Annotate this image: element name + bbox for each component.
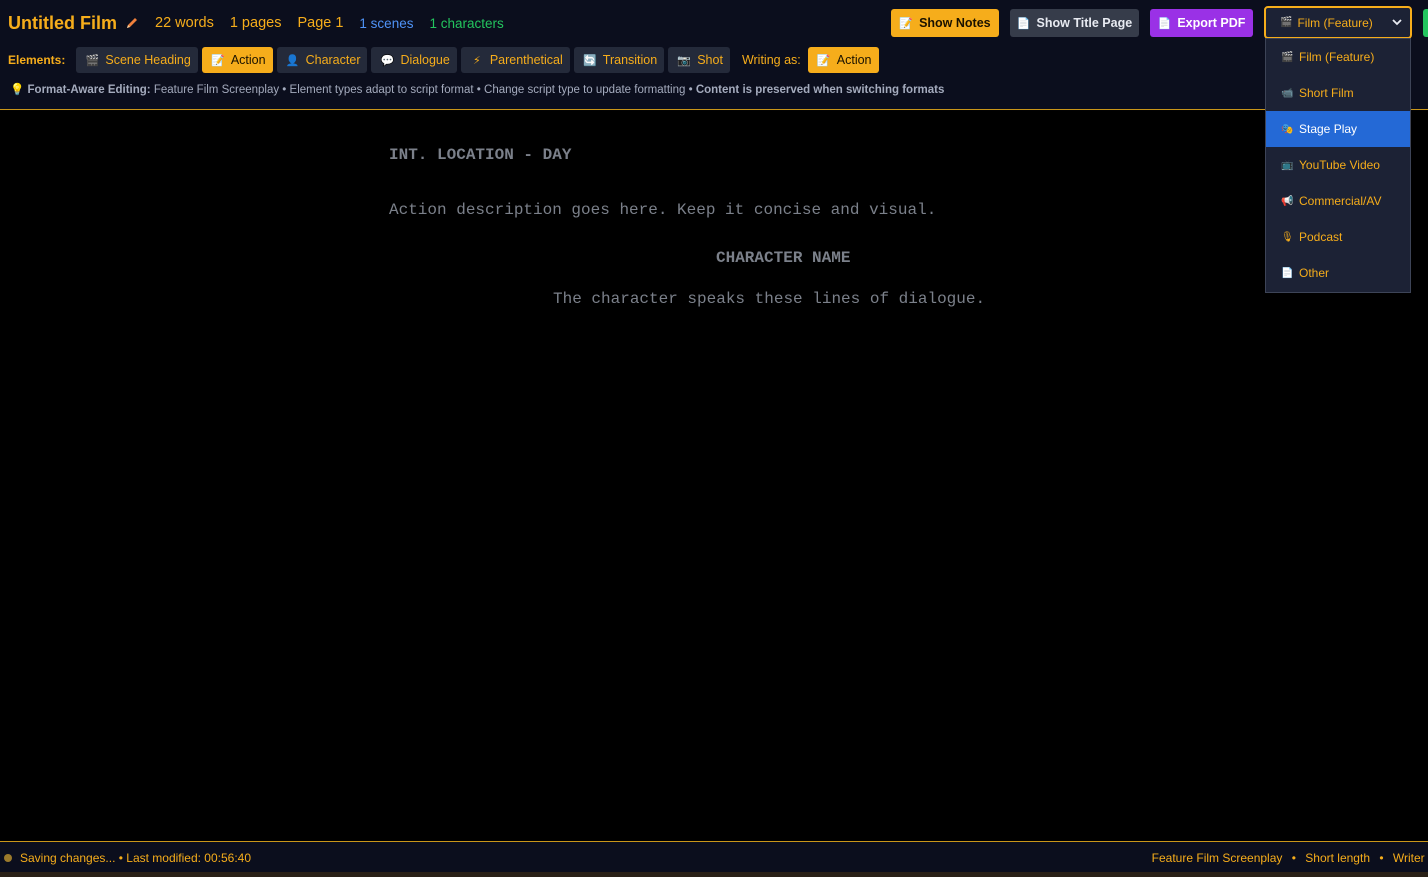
format-option-commercial-av[interactable]: 📢 Commercial/AV — [1266, 183, 1410, 219]
document-icon: 📄 — [1157, 17, 1172, 30]
action-line[interactable]: Action description goes here. Keep it co… — [389, 201, 936, 219]
format-option-label: Other — [1299, 266, 1330, 280]
script-format-dropdown: 🎬 Film (Feature) 📹 Short Film 🎭 Stage Pl… — [1265, 38, 1411, 293]
format-option-label: Podcast — [1299, 230, 1343, 244]
format-info-text: Feature Film Screenplay • Element types … — [150, 84, 696, 96]
element-toolbar: Elements: 🎬 Scene Heading 📝 Action 👤 Cha… — [8, 47, 883, 73]
element-label: Parenthetical — [489, 53, 563, 67]
writing-as-label: Writing as: — [741, 53, 801, 67]
camera-icon: 📹 — [1281, 87, 1294, 99]
writing-as-value: Action — [836, 53, 872, 67]
script-format-value: Film (Feature) — [1297, 15, 1373, 30]
window-bottom-edge — [0, 872, 1428, 877]
save-button-edge[interactable] — [1423, 9, 1428, 37]
memo-icon: 📝 — [210, 54, 225, 67]
writing-as-badge: 📝 Action — [807, 47, 879, 73]
document-icon: 📄 — [1016, 17, 1031, 30]
script-format-select[interactable]: 🎬 Film (Feature) — [1264, 6, 1412, 39]
element-label: Character — [305, 53, 361, 67]
scene-count: 1 scenes — [359, 15, 414, 31]
element-parenthetical[interactable]: ⚡ Parenthetical — [460, 47, 570, 73]
person-icon: 👤 — [285, 54, 300, 67]
element-transition[interactable]: 🔄 Transition — [573, 47, 665, 73]
status-length: Short length — [1305, 851, 1370, 865]
document-title[interactable]: Untitled Film — [8, 13, 117, 34]
show-title-page-label: Show Title Page — [1036, 16, 1133, 30]
element-label: Action — [230, 53, 266, 67]
element-scene-heading[interactable]: 🎬 Scene Heading — [76, 47, 198, 73]
pencil-icon[interactable] — [125, 16, 139, 30]
element-shot[interactable]: 📷 Shot — [668, 47, 730, 73]
format-option-label: Commercial/AV — [1299, 194, 1382, 208]
document-icon: 📄 — [1281, 267, 1294, 279]
refresh-icon: 🔄 — [582, 54, 597, 67]
format-option-short-film[interactable]: 📹 Short Film — [1266, 75, 1410, 111]
format-option-podcast[interactable]: 🎙 Podcast — [1266, 219, 1410, 255]
format-info-tail: Content is preserved when switching form… — [695, 84, 945, 96]
lightning-icon: ⚡ — [472, 54, 481, 67]
format-option-label: YouTube Video — [1299, 158, 1380, 172]
format-option-label: Short Film — [1299, 86, 1354, 100]
element-character[interactable]: 👤 Character — [276, 47, 368, 73]
lightbulb-icon: 💡 — [10, 84, 25, 96]
format-info-bar: 💡 Format-Aware Editing: Feature Film Scr… — [10, 82, 944, 96]
show-notes-label: Show Notes — [919, 16, 991, 30]
element-dialogue[interactable]: 💬 Dialogue — [371, 47, 457, 73]
megaphone-icon: 📢 — [1281, 195, 1294, 207]
current-page: Page 1 — [297, 15, 344, 31]
character-count: 1 characters — [429, 15, 504, 31]
page-count: 1 pages — [229, 15, 282, 31]
export-pdf-button[interactable]: 📄 Export PDF — [1150, 9, 1253, 37]
clapper-icon: 🎬 — [85, 54, 100, 67]
clapper-icon: 🎬 — [1280, 17, 1293, 28]
microphone-icon: 🎙 — [1281, 231, 1294, 243]
element-label: Dialogue — [400, 53, 450, 67]
show-title-page-button[interactable]: 📄 Show Title Page — [1010, 9, 1139, 37]
status-format: Feature Film Screenplay — [1151, 851, 1283, 865]
status-writer: Writer M — [1392, 851, 1428, 865]
toolbar: Untitled Film 22 words 1 pages Page 1 1 … — [0, 0, 1428, 110]
save-status-dot — [4, 854, 12, 862]
format-option-other[interactable]: 📄 Other — [1266, 255, 1410, 291]
format-option-youtube-video[interactable]: 📺 YouTube Video — [1266, 147, 1410, 183]
word-count: 22 words — [155, 15, 214, 31]
status-info: Feature Film Screenplay • Short length •… — [1146, 851, 1428, 865]
memo-icon: 📝 — [899, 17, 914, 30]
format-option-film-feature[interactable]: 🎬 Film (Feature) — [1266, 39, 1410, 75]
video-icon: 📺 — [1281, 159, 1294, 171]
element-label: Scene Heading — [105, 53, 191, 67]
format-option-label: Stage Play — [1299, 122, 1358, 136]
memo-icon: 📝 — [816, 54, 831, 67]
export-pdf-label: Export PDF — [1177, 16, 1246, 30]
scene-heading-line[interactable]: INT. LOCATION - DAY — [389, 146, 571, 164]
script-editor[interactable]: INT. LOCATION - DAY Action description g… — [0, 111, 1428, 841]
theater-icon: 🎭 — [1281, 123, 1294, 135]
element-action[interactable]: 📝 Action — [201, 47, 273, 73]
clapper-icon: 🎬 — [1281, 51, 1294, 63]
element-label: Shot — [697, 53, 723, 67]
status-bar: Saving changes... • Last modified: 00:56… — [0, 841, 1428, 872]
camera-icon: 📷 — [677, 54, 692, 67]
save-status-text: Saving changes... • Last modified: 00:56… — [20, 851, 252, 865]
format-option-label: Film (Feature) — [1299, 50, 1375, 64]
speech-bubble-icon: 💬 — [380, 54, 395, 67]
dialogue-line[interactable]: The character speaks these lines of dial… — [553, 290, 985, 308]
character-line[interactable]: CHARACTER NAME — [716, 249, 850, 267]
elements-label: Elements: — [8, 53, 66, 67]
document-stats: Untitled Film 22 words 1 pages Page 1 1 … — [8, 9, 504, 37]
format-info-lead: Format-Aware Editing: — [27, 84, 151, 96]
status-separator: • — [1379, 851, 1384, 865]
chevron-down-icon — [1392, 19, 1402, 26]
show-notes-button[interactable]: 📝 Show Notes — [891, 9, 999, 37]
element-label: Transition — [602, 53, 658, 67]
format-option-stage-play[interactable]: 🎭 Stage Play — [1266, 111, 1410, 147]
status-separator: • — [1291, 851, 1296, 865]
